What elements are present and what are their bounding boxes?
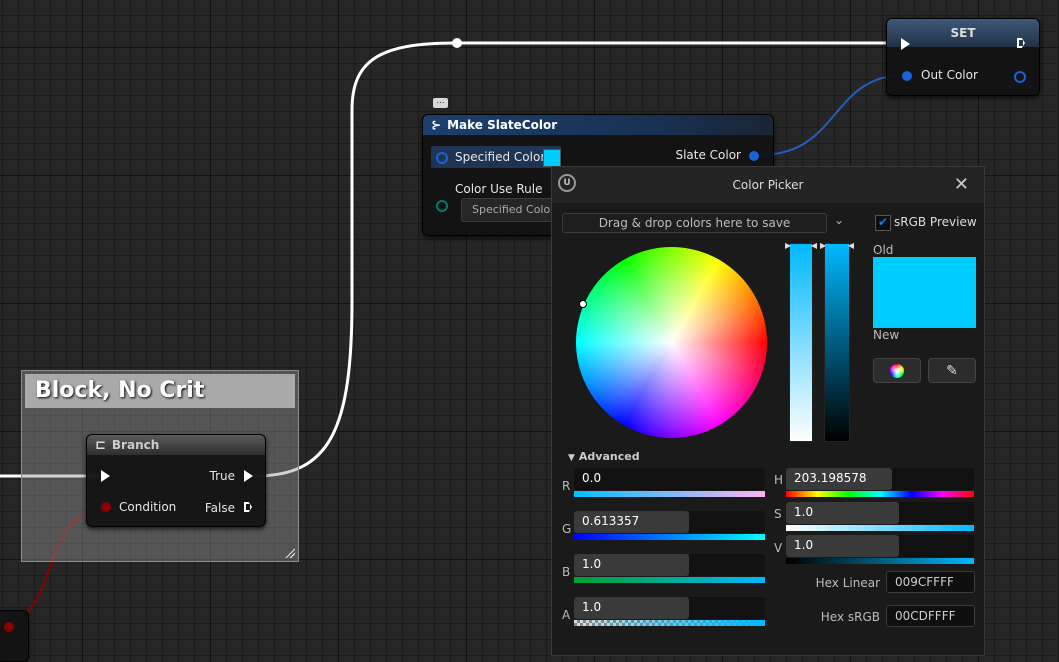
r-value[interactable]: 0.0 xyxy=(582,471,601,485)
v-label: V xyxy=(774,541,783,555)
comment-title[interactable]: Block, No Crit xyxy=(25,374,295,408)
color-use-rule-value: Specified Color xyxy=(472,203,555,216)
hex-linear-field[interactable]: 009CFFFF xyxy=(886,571,975,593)
advanced-label: Advanced xyxy=(578,450,640,463)
specified-color-pin[interactable] xyxy=(436,152,448,164)
comment-bubble-icon[interactable]: … xyxy=(433,97,448,108)
expand-arrow-icon: ▼ xyxy=(568,453,575,463)
h-value[interactable]: 203.198578 xyxy=(794,471,867,485)
a-gradient-bar xyxy=(574,620,765,626)
color-wheel[interactable] xyxy=(576,247,767,438)
b-gradient-bar xyxy=(574,577,765,583)
hex-linear-label: Hex Linear xyxy=(815,576,880,590)
s-slider[interactable]: 1.0 xyxy=(786,502,974,531)
make-node-header: ⊱ Make SlateColor xyxy=(423,115,773,135)
value-handle[interactable]: ▶ ◀ xyxy=(820,242,854,250)
slate-color-output-pin[interactable] xyxy=(749,151,759,161)
set-node-title: SET xyxy=(950,26,976,40)
specified-color-swatch[interactable] xyxy=(543,149,561,167)
branch-node[interactable]: ⊏ Branch True Condition False xyxy=(86,434,266,527)
chevron-down-icon[interactable]: ⌄ xyxy=(834,213,844,227)
set-node[interactable]: SET Out Color xyxy=(886,18,1040,96)
h-gradient-bar xyxy=(786,491,974,497)
saved-colors-dropzone[interactable]: Drag & drop colors here to save xyxy=(562,213,827,233)
a-label: A xyxy=(562,608,571,622)
bool-output-pin[interactable] xyxy=(4,622,14,632)
out-color-label: Out Color xyxy=(921,68,978,82)
b-value[interactable]: 1.0 xyxy=(582,557,601,571)
a-slider[interactable]: 1.0 xyxy=(574,597,765,626)
hex-srgb-field[interactable]: 00CDFFFF xyxy=(886,605,975,627)
false-output-pin[interactable] xyxy=(244,502,252,512)
eyedropper-button[interactable]: ✎ xyxy=(928,358,976,383)
new-color-label: New xyxy=(873,328,900,342)
b-slider[interactable]: 1.0 xyxy=(574,554,765,583)
false-label: False xyxy=(204,501,235,515)
srgb-preview-checkbox[interactable]: ✔ xyxy=(875,215,891,231)
saved-colors-placeholder: Drag & drop colors here to save xyxy=(598,216,791,230)
h-label: H xyxy=(774,473,784,487)
close-icon[interactable]: ✕ xyxy=(954,174,969,195)
h-slider[interactable]: 203.198578 xyxy=(786,468,974,497)
color-use-rule-pin[interactable] xyxy=(436,200,448,212)
color-wire xyxy=(759,74,906,156)
value-slider[interactable] xyxy=(824,243,850,442)
srgb-preview-label: sRGB Preview xyxy=(894,215,977,229)
g-slider[interactable]: 0.613357 xyxy=(574,511,765,540)
color-wheel-cursor[interactable] xyxy=(579,300,587,308)
g-gradient-bar xyxy=(574,534,765,540)
branch-title: Branch xyxy=(111,438,160,452)
g-label: G xyxy=(562,522,572,536)
r-label: R xyxy=(562,479,571,493)
s-value[interactable]: 1.0 xyxy=(794,505,813,519)
out-color-input-pin[interactable] xyxy=(902,71,912,81)
color-picker-window[interactable]: U Color Picker ✕ Drag & drop colors here… xyxy=(551,166,985,656)
a-value[interactable]: 1.0 xyxy=(582,600,601,614)
color-picker-title: Color Picker xyxy=(732,178,804,192)
reroute-node[interactable] xyxy=(452,38,462,48)
r-slider[interactable]: 0.0 xyxy=(574,468,765,497)
color-picker-titlebar[interactable]: U Color Picker ✕ xyxy=(552,167,984,203)
color-wheel-mode-button[interactable] xyxy=(873,358,921,383)
v-gradient-bar xyxy=(786,558,974,564)
old-color-label: Old xyxy=(873,243,894,257)
make-node-title: Make SlateColor xyxy=(447,118,558,132)
r-gradient-bar xyxy=(574,491,765,497)
branch-node-header: ⊏ Branch xyxy=(87,435,265,455)
b-label: B xyxy=(562,565,571,579)
offscreen-node[interactable] xyxy=(0,610,29,662)
hex-srgb-label: Hex sRGB xyxy=(820,610,880,624)
advanced-expander[interactable]: ▼ Advanced xyxy=(568,450,640,463)
condition-input-pin[interactable] xyxy=(101,502,111,512)
specified-color-label: Specified Color xyxy=(455,150,546,164)
slate-color-label: Slate Color xyxy=(675,148,741,162)
hex-linear-value: 009CFFFF xyxy=(895,575,954,589)
color-use-rule-label: Color Use Rule xyxy=(455,182,543,196)
s-label: S xyxy=(774,507,782,521)
set-exec-input-pin[interactable] xyxy=(901,38,910,50)
v-slider[interactable]: 1.0 xyxy=(786,535,974,564)
v-value[interactable]: 1.0 xyxy=(794,538,813,552)
true-label: True xyxy=(209,469,236,483)
eyedropper-icon: ✎ xyxy=(946,362,958,379)
color-wheel-icon xyxy=(890,363,904,378)
make-struct-icon: ⊱ xyxy=(431,118,442,132)
old-color-swatch xyxy=(873,257,976,292)
out-color-output-pin[interactable] xyxy=(1014,71,1026,83)
true-output-pin[interactable] xyxy=(244,470,253,482)
condition-label: Condition xyxy=(119,500,177,514)
saturation-handle[interactable]: ▶ ◀ xyxy=(785,242,817,250)
hex-srgb-value: 00CDFFFF xyxy=(895,609,956,623)
g-value[interactable]: 0.613357 xyxy=(582,514,639,528)
new-color-swatch xyxy=(873,292,976,328)
branch-icon: ⊏ xyxy=(95,437,106,453)
exec-input-pin[interactable] xyxy=(101,470,110,482)
saturation-slider[interactable] xyxy=(789,243,813,442)
comment-resize-grip[interactable] xyxy=(285,548,295,558)
s-gradient-bar xyxy=(786,525,974,531)
